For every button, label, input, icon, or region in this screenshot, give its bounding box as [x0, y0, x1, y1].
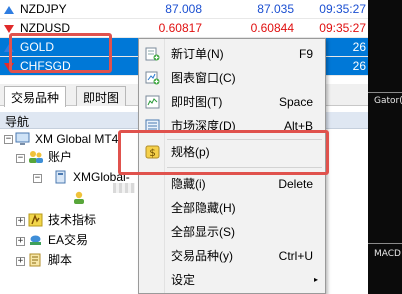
bid-cell: 0.60817: [158, 21, 202, 35]
menu-item-new-order[interactable]: 新订单(N) F9: [140, 42, 325, 66]
redacted-account-number: [113, 183, 135, 193]
macd-label: MACD: [374, 249, 401, 259]
market-watch-row-nzdjpy[interactable]: NZDJPY 87.008 87.035 09:35:27: [0, 0, 368, 19]
ask-cell: 0.60844: [250, 21, 294, 35]
collapse-icon[interactable]: −: [33, 174, 42, 183]
tree-item-scripts[interactable]: 脚本: [28, 251, 72, 269]
highlight-specification-item: [118, 130, 329, 175]
new-order-icon: [145, 47, 160, 61]
expand-icon[interactable]: +: [16, 237, 25, 246]
menu-item-symbols[interactable]: 交易品种(y) Ctrl+U: [140, 244, 325, 268]
chart-window-icon: [145, 71, 160, 85]
menu-item-show-all[interactable]: 全部显示(S): [140, 220, 325, 244]
tab-tick-chart[interactable]: 即时图: [76, 86, 127, 106]
menu-item-hide[interactable]: 隐藏(i) Delete: [140, 172, 325, 196]
bid-cell: 87.008: [165, 2, 202, 16]
terminal-icon: [15, 132, 30, 145]
tab-symbols[interactable]: 交易品种: [4, 86, 67, 107]
gator-label: Gator(: [374, 96, 402, 106]
highlight-gold-row: [9, 33, 112, 73]
expand-icon[interactable]: +: [16, 217, 25, 226]
menu-item-tick-chart[interactable]: 即时图(T) Space: [140, 90, 325, 114]
trend-up-icon: [4, 6, 14, 14]
navigator-title: 导航: [5, 115, 30, 129]
accounts-icon: [29, 151, 43, 163]
time-cell: 09:35:27: [319, 2, 366, 16]
tick-chart-icon: [145, 95, 160, 109]
ask-cell: 87.035: [257, 2, 294, 16]
collapse-icon[interactable]: −: [16, 154, 25, 163]
time-cell: 09:35:27: [319, 21, 366, 35]
tree-item-indicators[interactable]: 技术指标: [28, 211, 96, 229]
indicators-icon: [28, 213, 43, 227]
chart-area[interactable]: Gator( MACD: [368, 0, 402, 294]
menu-item-chart-window[interactable]: 图表窗口(C): [140, 66, 325, 90]
expand-icon[interactable]: +: [16, 257, 25, 266]
tree-item-root[interactable]: XM Global MT4: [15, 130, 118, 148]
chart-divider: [368, 92, 402, 93]
collapse-icon[interactable]: −: [4, 135, 13, 144]
trend-down-icon: [4, 25, 14, 33]
menu-item-settings[interactable]: 设定 ▸: [140, 268, 325, 292]
expert-advisor-icon: [30, 235, 41, 245]
server-icon: [55, 170, 66, 184]
submenu-arrow-icon: ▸: [313, 275, 318, 284]
menu-item-hide-all[interactable]: 全部隐藏(H): [140, 196, 325, 220]
user-icon: [74, 191, 84, 204]
scripts-icon: [29, 253, 41, 267]
symbol-cell: NZDJPY: [4, 2, 67, 16]
tree-item-ea[interactable]: EA交易: [28, 231, 88, 249]
chart-divider: [368, 243, 402, 244]
tree-item-accounts[interactable]: 账户: [28, 148, 72, 166]
